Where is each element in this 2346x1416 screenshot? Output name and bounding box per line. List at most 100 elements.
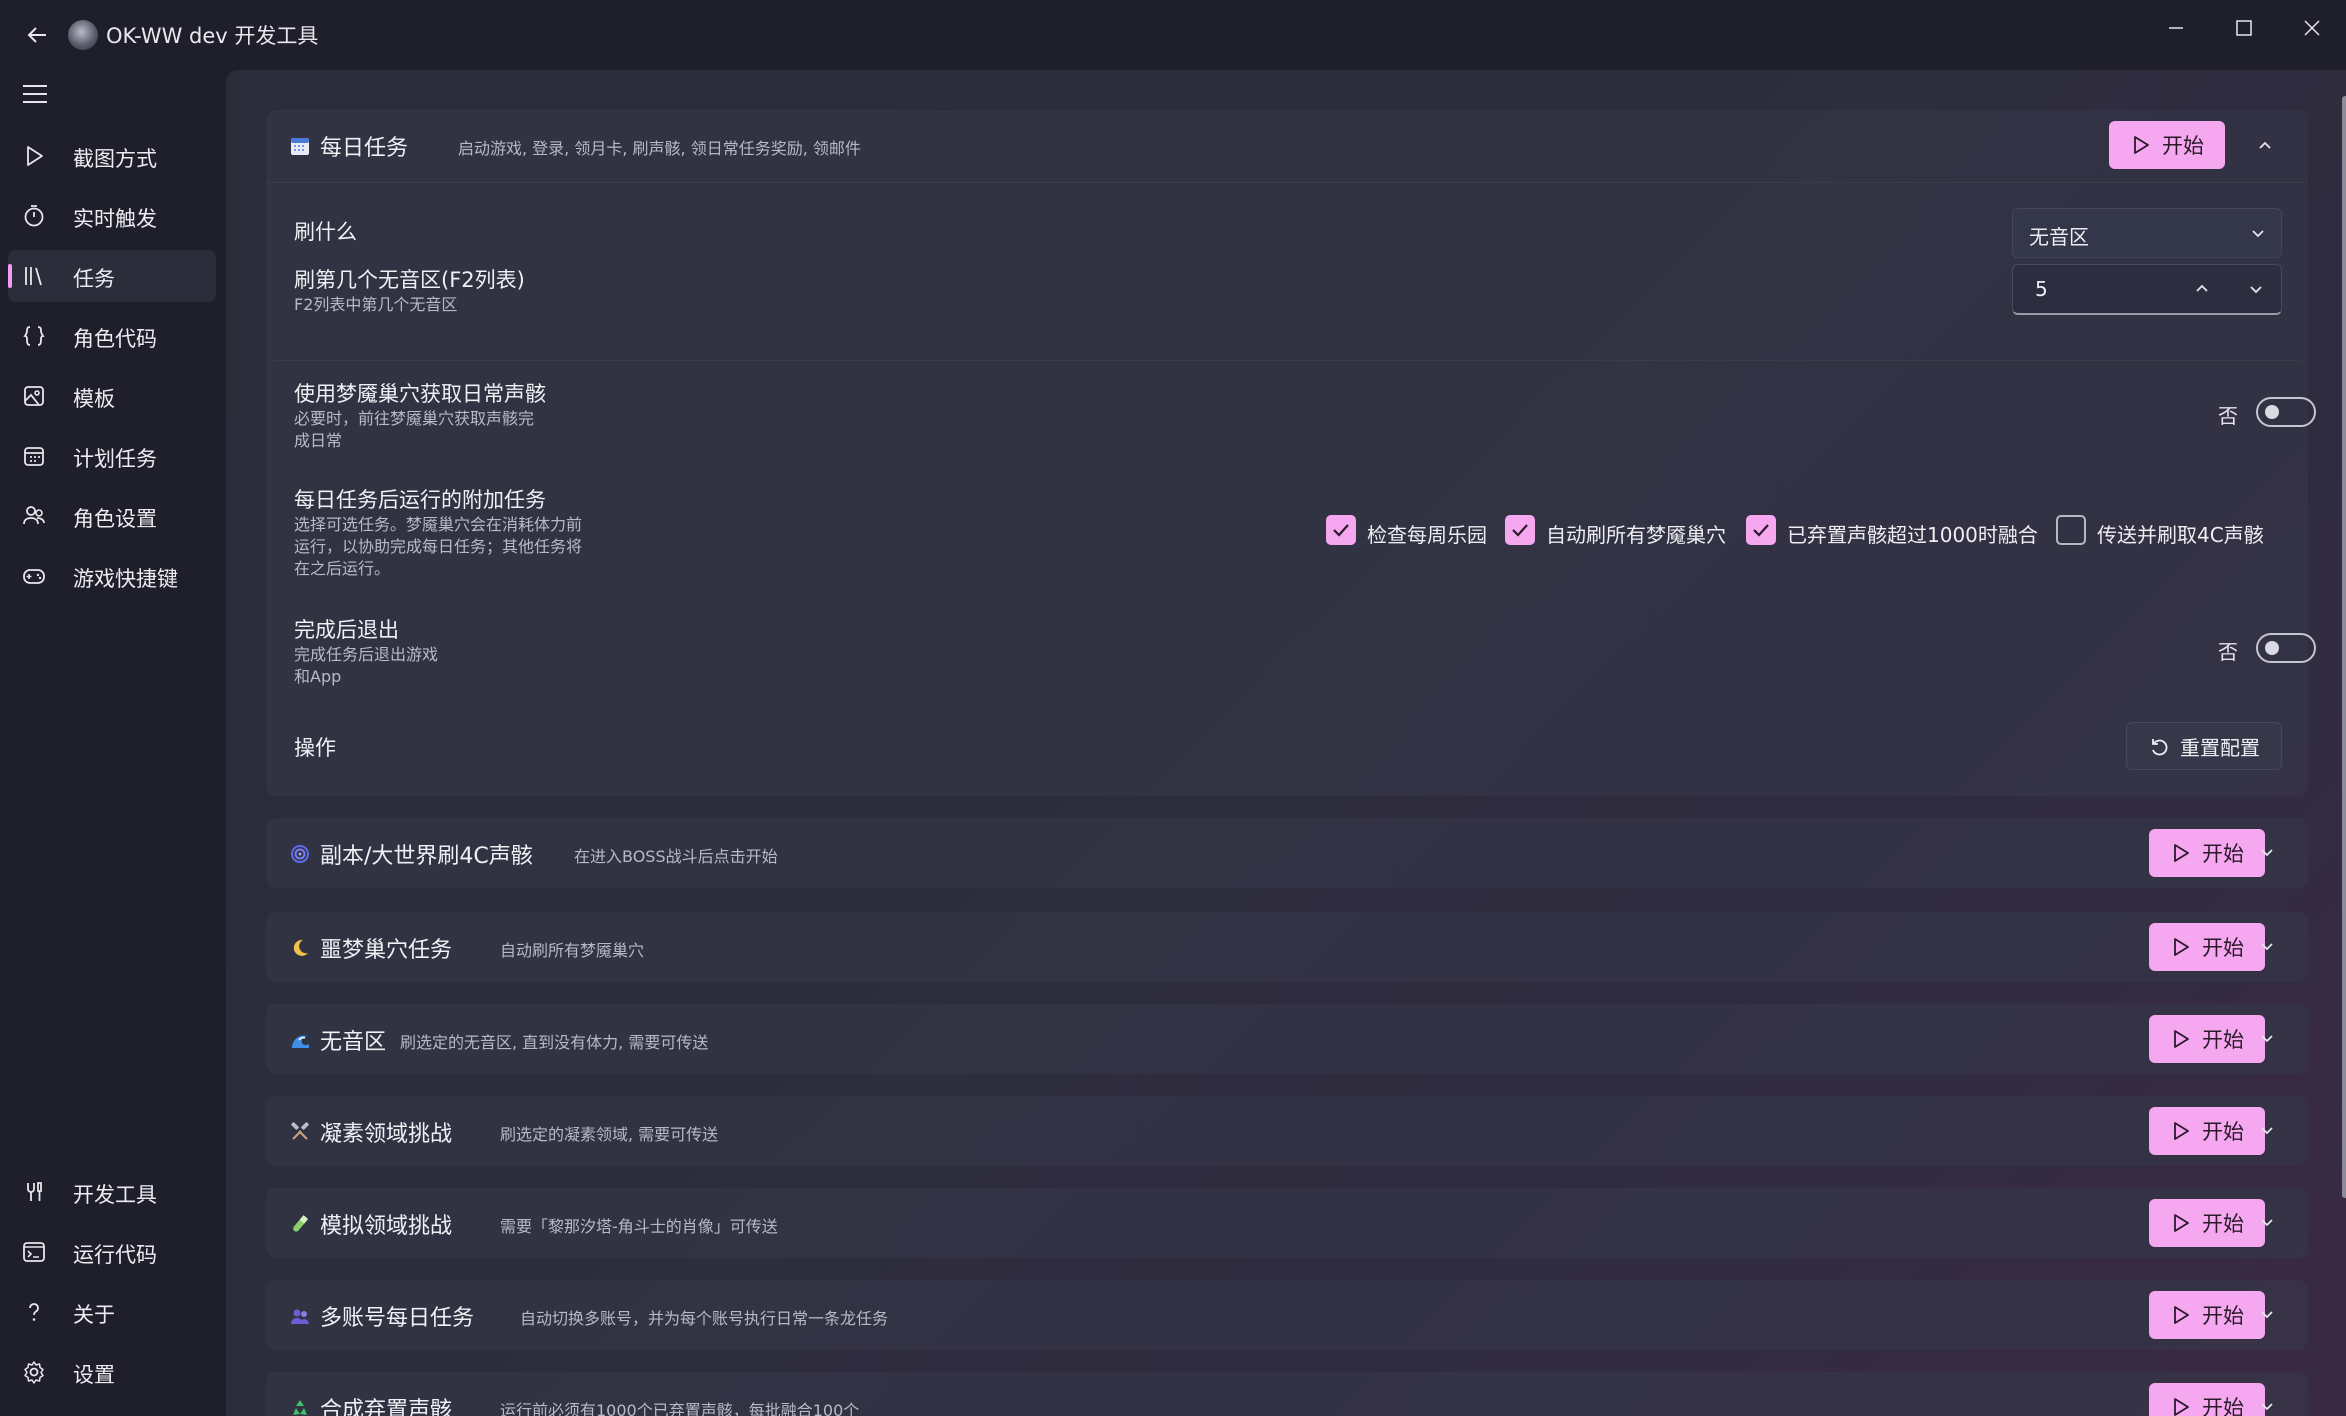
chevron-down-icon[interactable] bbox=[2256, 1396, 2278, 1416]
sidebar-item-template[interactable]: 模板 bbox=[8, 370, 216, 422]
play-icon bbox=[2174, 1398, 2189, 1416]
play-icon bbox=[2134, 136, 2149, 154]
task-description: 自动切换多账号，并为每个账号执行日常一条龙任务 bbox=[520, 1309, 889, 1328]
sidebar-item-character-code[interactable]: 角色代码 bbox=[8, 310, 216, 362]
chevron-up-icon[interactable] bbox=[2254, 134, 2276, 156]
play-icon bbox=[2174, 1122, 2189, 1140]
chevron-down-icon[interactable] bbox=[2256, 1304, 2278, 1326]
minimize-button[interactable] bbox=[2146, 8, 2206, 48]
setting-sublabel: 在之后运行。 bbox=[294, 559, 391, 578]
arrow-left-icon bbox=[27, 27, 46, 43]
sidebar-item-label: 任务 bbox=[73, 267, 115, 291]
chevron-down-icon[interactable] bbox=[2247, 280, 2265, 298]
start-button[interactable]: 开始 bbox=[2149, 1291, 2265, 1339]
title-bar: OK-WW dev 开发工具 bbox=[0, 0, 2346, 70]
sidebar-item-character-settings[interactable]: 角色设置 bbox=[8, 490, 216, 542]
nightmare-toggle[interactable] bbox=[2256, 397, 2316, 427]
play-icon bbox=[27, 146, 43, 166]
sidebar-item-about[interactable]: 关于 bbox=[8, 1286, 216, 1338]
chevron-down-icon[interactable] bbox=[2256, 1028, 2278, 1050]
task-card[interactable]: 合成弃置声骸 运行前必须有1000个已弃置声骸，每批融合100个 开始 bbox=[266, 1372, 2308, 1416]
divider bbox=[274, 360, 2300, 361]
hammer-icon bbox=[291, 1122, 309, 1140]
task-card[interactable]: 无音区 刷选定的无音区, 直到没有体力, 需要可传送 开始 bbox=[266, 1004, 2308, 1074]
task-card[interactable]: 多账号每日任务 自动切换多账号，并为每个账号执行日常一条龙任务 开始 bbox=[266, 1280, 2308, 1350]
test-tube-icon bbox=[293, 1215, 309, 1232]
console-icon bbox=[23, 1242, 45, 1262]
play-icon bbox=[2174, 1306, 2189, 1324]
start-button-label: 开始 bbox=[2202, 1304, 2244, 1328]
checkbox-fuse-echoes[interactable] bbox=[1746, 515, 1776, 545]
task-card[interactable]: 凝素领域挑战 刷选定的凝素领域, 需要可传送 开始 bbox=[266, 1096, 2308, 1166]
checkbox-label: 传送并刷取4C声骸 bbox=[2097, 523, 2264, 547]
gear-icon bbox=[24, 1361, 44, 1384]
sidebar-item-screenshot[interactable]: 截图方式 bbox=[8, 130, 216, 182]
back-button[interactable] bbox=[20, 18, 54, 52]
setting-sublabel: 必要时，前往梦魇巢穴获取声骸完 bbox=[294, 409, 535, 428]
task-card[interactable]: 副本/大世界刷4C声骸 在进入BOSS战斗后点击开始 开始 bbox=[266, 818, 2308, 888]
checkbox-weekly-park[interactable] bbox=[1326, 515, 1356, 545]
zone-number-stepper[interactable]: 5 bbox=[2012, 264, 2282, 315]
task-description: 自动刷所有梦魇巢穴 bbox=[500, 941, 645, 960]
task-title: 无音区 bbox=[320, 1030, 387, 1055]
close-button[interactable] bbox=[2282, 8, 2342, 48]
sidebar-item-dev-tools[interactable]: 开发工具 bbox=[8, 1166, 216, 1218]
task-title: 合成弃置声骸 bbox=[320, 1398, 453, 1416]
play-icon bbox=[2174, 844, 2189, 862]
chevron-down-icon[interactable] bbox=[2256, 842, 2278, 864]
sidebar-item-run-code[interactable]: 运行代码 bbox=[8, 1226, 216, 1278]
sidebar-item-scheduled[interactable]: 计划任务 bbox=[8, 430, 216, 482]
setting-label: 使用梦魇巢穴获取日常声骸 bbox=[294, 382, 546, 406]
sidebar: 截图方式 实时触发 任务 角色代码 模板 计划任务 角色设置 游戏快捷键 开发工… bbox=[0, 70, 226, 1416]
task-card-header[interactable]: 每日任务 启动游戏, 登录, 领月卡, 刷声骸, 领日常任务奖励, 领邮件 开始 bbox=[266, 110, 2308, 180]
menu-toggle-button[interactable] bbox=[22, 84, 48, 104]
exit-after-toggle[interactable] bbox=[2256, 633, 2316, 663]
sidebar-item-realtime[interactable]: 实时触发 bbox=[8, 190, 216, 242]
farm-target-select[interactable]: 无音区 bbox=[2012, 208, 2282, 258]
stepper-value: 5 bbox=[2035, 277, 2048, 301]
sidebar-item-label: 角色代码 bbox=[73, 327, 157, 351]
start-button[interactable]: 开始 bbox=[2149, 1015, 2265, 1063]
start-button[interactable]: 开始 bbox=[2149, 1199, 2265, 1247]
start-button[interactable]: 开始 bbox=[2149, 1107, 2265, 1155]
chevron-down-icon[interactable] bbox=[2256, 936, 2278, 958]
active-indicator bbox=[8, 264, 12, 288]
sidebar-item-settings[interactable]: 设置 bbox=[8, 1346, 216, 1398]
chevron-down-icon[interactable] bbox=[2256, 1120, 2278, 1142]
maximize-button[interactable] bbox=[2214, 8, 2274, 48]
checkbox-teleport-4c[interactable] bbox=[2056, 515, 2086, 545]
start-button[interactable]: 开始 bbox=[2149, 1383, 2265, 1416]
divider bbox=[266, 182, 2308, 183]
checkbox-label: 自动刷所有梦魇巢穴 bbox=[1546, 523, 1726, 547]
setting-sublabel: 完成任务后退出游戏 bbox=[294, 645, 439, 664]
start-button[interactable]: 开始 bbox=[2109, 121, 2225, 169]
task-card[interactable]: 噩梦巢穴任务 自动刷所有梦魇巢穴 开始 bbox=[266, 912, 2308, 982]
task-description: 启动游戏, 登录, 领月卡, 刷声骸, 领日常任务奖励, 领邮件 bbox=[458, 139, 861, 158]
check-icon bbox=[1512, 524, 1528, 537]
select-value: 无音区 bbox=[2029, 225, 2089, 249]
app-logo bbox=[68, 20, 98, 50]
sidebar-item-tasks[interactable]: 任务 bbox=[8, 250, 216, 302]
task-description: 刷选定的凝素领域, 需要可传送 bbox=[500, 1125, 719, 1144]
start-button[interactable]: 开始 bbox=[2149, 829, 2265, 877]
sidebar-item-game-hotkeys[interactable]: 游戏快捷键 bbox=[8, 550, 216, 602]
reset-config-button[interactable]: 重置配置 bbox=[2126, 722, 2282, 770]
library-icon bbox=[25, 267, 42, 286]
checkbox-label: 已弃置声骸超过1000时融合 bbox=[1787, 523, 2038, 547]
chevron-down-icon[interactable] bbox=[2256, 1212, 2278, 1234]
start-button[interactable]: 开始 bbox=[2149, 923, 2265, 971]
start-button-label: 开始 bbox=[2202, 1120, 2244, 1144]
setting-label: 刷什么 bbox=[294, 220, 357, 244]
checkbox-auto-nightmare[interactable] bbox=[1505, 515, 1535, 545]
moon-icon bbox=[293, 939, 308, 956]
task-title: 每日任务 bbox=[320, 136, 409, 161]
setting-label: 操作 bbox=[294, 736, 336, 760]
sidebar-item-label: 角色设置 bbox=[73, 507, 157, 531]
scrollbar[interactable] bbox=[2342, 96, 2346, 1198]
sidebar-item-label: 运行代码 bbox=[73, 1243, 157, 1267]
task-title: 噩梦巢穴任务 bbox=[320, 938, 453, 963]
task-title: 多账号每日任务 bbox=[320, 1306, 475, 1331]
chevron-up-icon[interactable] bbox=[2193, 280, 2211, 298]
sidebar-item-label: 关于 bbox=[73, 1303, 115, 1327]
task-card[interactable]: 模拟领域挑战 需要「黎那汐塔-角斗士的肖像」可传送 开始 bbox=[266, 1188, 2308, 1258]
